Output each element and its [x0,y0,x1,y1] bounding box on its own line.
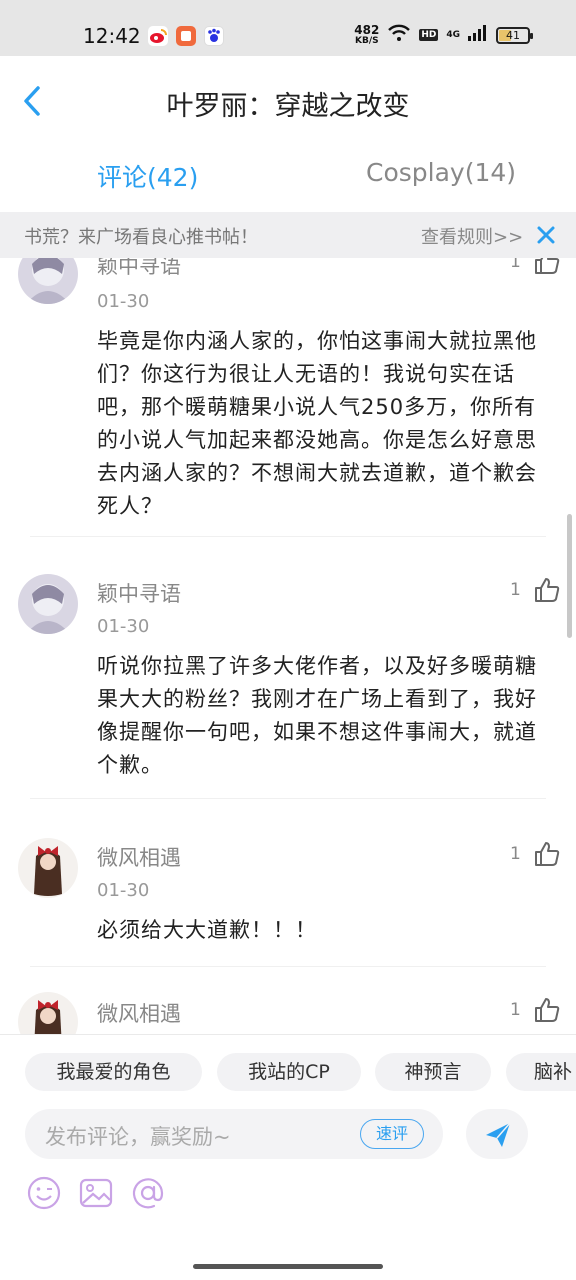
emoji-icon[interactable] [26,1175,62,1211]
avatar[interactable] [18,258,78,304]
comment-date: 01-30 [97,616,150,637]
tab-bar: 评论(42) Cosplay(14) [0,144,576,210]
image-icon[interactable] [78,1175,114,1211]
send-button[interactable] [466,1109,528,1159]
close-icon[interactable] [535,224,557,246]
divider [30,966,546,967]
comment-text[interactable]: 必须给大大道歉！！！ [97,914,547,947]
thumbs-up-icon[interactable] [533,996,561,1024]
comment-item: 微风相遇 1 [0,990,576,1034]
network-speed-value: 482 [354,23,380,37]
comment-composer: 我最爱的角色 我站的CP 神预言 脑补 发布评论，赢奖励~ 速评 [0,1034,576,1280]
tab-comments[interactable]: 评论(42) [97,158,198,194]
like-count: 1 [510,258,521,272]
thumbs-up-icon[interactable] [533,840,561,868]
network-speed-unit: KB/S [354,36,379,46]
battery-level: 41 [506,28,520,42]
comment-username[interactable]: 颖中寻语 [97,258,181,280]
hd-badge: HD [419,29,439,41]
topic-chip-imagination[interactable]: 脑补 [506,1053,576,1091]
comment-date: 01-30 [97,291,150,312]
comment-username[interactable]: 颖中寻语 [97,578,181,608]
like-count: 1 [510,1000,521,1020]
avatar[interactable] [18,992,78,1034]
topic-chip-cp[interactable]: 我站的CP [217,1053,361,1091]
notice-text[interactable]: 书荒？来广场看良心推书帖！ [24,223,258,249]
wifi-icon [387,24,411,46]
comment-text[interactable]: 毕竟是你内涵人家的，你怕这事闹大就拉黑他们？你这行为很让人无语的！我说句实在话吧… [97,325,547,523]
status-time: 12:42 [83,24,141,48]
network-speed: 482 KB/S [354,24,379,46]
app-notification-icon [176,26,196,46]
view-rules-link[interactable]: 查看规则>> [421,223,523,249]
divider [30,536,546,537]
comment-input-placeholder: 发布评论，赢奖励~ [45,1125,231,1149]
signal-bars-icon [468,25,488,45]
like-count: 1 [510,844,521,864]
comment-list[interactable]: 颖中寻语 1 01-30 毕竟是你内涵人家的，你怕这事闹大就拉黑他们？你这行为很… [0,258,576,1034]
comment-date: 01-30 [97,880,150,901]
like-count: 1 [510,580,521,600]
quick-review-button[interactable]: 速评 [360,1119,424,1149]
avatar[interactable] [18,574,78,634]
thumbs-up-icon[interactable] [533,258,561,276]
header: 叶罗丽：穿越之改变 [0,56,576,144]
thumbs-up-icon[interactable] [533,576,561,604]
home-indicator[interactable] [193,1264,383,1269]
comment-item: 颖中寻语 1 01-30 听说你拉黑了许多大佬作者，以及好多暖萌糖果大大的粉丝？… [0,570,576,800]
signal-type: 4G [446,30,460,40]
divider [30,798,546,799]
tab-cosplay[interactable]: Cosplay(14) [366,158,516,187]
battery-icon: 41 [496,26,533,44]
scrollbar[interactable] [567,514,572,638]
comment-input[interactable]: 发布评论，赢奖励~ 速评 [25,1109,443,1159]
comment-item: 颖中寻语 1 01-30 毕竟是你内涵人家的，你怕这事闹大就拉黑他们？你这行为很… [0,258,576,544]
topic-chip-prediction[interactable]: 神预言 [375,1053,491,1091]
send-icon [486,1122,511,1147]
baidu-icon [204,26,224,46]
status-bar: 12:42 482 KB/S HD 4G 41 [0,0,576,56]
topic-chip-favorite-character[interactable]: 我最爱的角色 [25,1053,202,1091]
notice-banner: 书荒？来广场看良心推书帖！ 查看规则>> [0,212,576,258]
page-title: 叶罗丽：穿越之改变 [166,91,410,122]
comment-username[interactable]: 微风相遇 [97,842,181,872]
mention-icon[interactable] [130,1175,166,1211]
comment-item: 微风相遇 1 01-30 必须给大大道歉！！！ [0,834,576,974]
comment-username[interactable]: 微风相遇 [97,998,181,1028]
weibo-icon [148,26,168,46]
comment-text[interactable]: 听说你拉黑了许多大佬作者，以及好多暖萌糖果大大的粉丝？我刚才在广场上看到了，我好… [97,650,547,782]
avatar[interactable] [18,838,78,898]
